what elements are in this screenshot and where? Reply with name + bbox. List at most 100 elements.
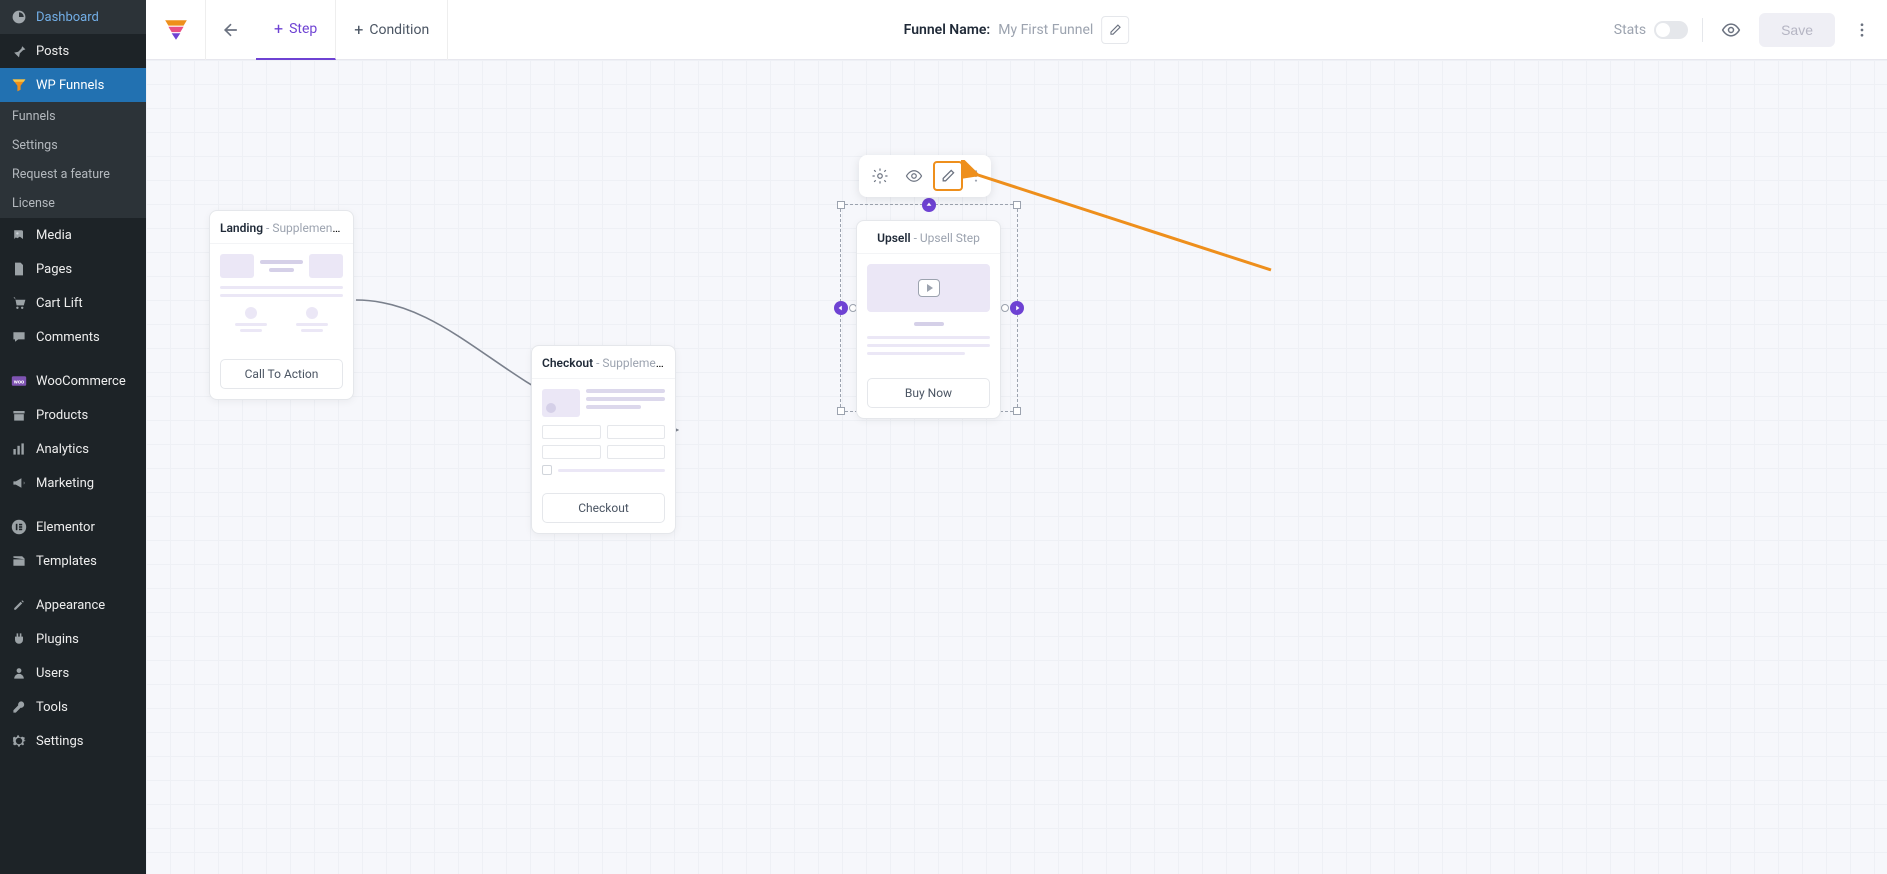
node-landing[interactable]: Landing - Supplement La... Call To Actio…: [209, 210, 354, 400]
node-header: Landing - Supplement La...: [210, 211, 353, 244]
node-header: Upsell - Upsell Step: [857, 221, 1000, 254]
node-subtitle: - Upsell Step: [911, 231, 980, 245]
stats-toggle[interactable]: [1654, 21, 1688, 39]
sidebar-sub-funnels[interactable]: Funnels: [0, 102, 146, 131]
analytics-icon: [10, 440, 28, 458]
node-cta-button[interactable]: Call To Action: [220, 359, 343, 389]
node-cta-button[interactable]: Checkout: [542, 493, 665, 523]
sidebar-label: Users: [36, 666, 69, 681]
sidebar-item-media[interactable]: Media: [0, 218, 146, 252]
sidebar-label: Media: [36, 228, 72, 243]
sidebar-label: Posts: [36, 44, 69, 59]
sidebar-submenu: Funnels Settings Request a feature Licen…: [0, 102, 146, 218]
appearance-icon: [10, 596, 28, 614]
sidebar-item-posts[interactable]: Posts: [0, 34, 146, 68]
app-logo: [146, 0, 206, 60]
sidebar-item-tools[interactable]: Tools: [0, 690, 146, 724]
comment-icon: [10, 328, 28, 346]
products-icon: [10, 406, 28, 424]
plugins-icon: [10, 630, 28, 648]
sidebar-label: Tools: [36, 700, 68, 715]
sidebar-sub-request[interactable]: Request a feature: [0, 160, 146, 189]
woo-icon: woo: [10, 372, 28, 390]
sidebar-item-woocommerce[interactable]: woo WooCommerce: [0, 364, 146, 398]
more-menu-button[interactable]: [1849, 17, 1875, 43]
node-upsell[interactable]: Upsell - Upsell Step Buy Now: [856, 220, 1001, 419]
sidebar-item-products[interactable]: Products: [0, 398, 146, 432]
tools-icon: [10, 698, 28, 716]
tab-condition[interactable]: + Condition: [336, 0, 448, 60]
sidebar-label: WP Funnels: [36, 78, 104, 93]
preview-button[interactable]: [1717, 16, 1745, 44]
sidebar-label: Comments: [36, 330, 100, 345]
node-more-button[interactable]: [967, 168, 985, 184]
edit-funnel-name-button[interactable]: [1101, 16, 1129, 44]
play-icon: [918, 279, 940, 297]
sidebar-label: Settings: [36, 734, 83, 749]
node-preview: [532, 379, 675, 485]
sidebar-sub-license[interactable]: License: [0, 189, 146, 218]
node-subtitle: - Supplement La...: [263, 221, 353, 235]
node-subtitle: - Supplement C...: [593, 356, 675, 370]
node-type: Upsell: [877, 231, 911, 245]
funnel-icon: [10, 76, 28, 94]
tab-step[interactable]: + Step: [256, 0, 336, 60]
sidebar-label: Elementor: [36, 520, 95, 535]
stats-toggle-group: Stats: [1614, 21, 1688, 39]
tab-label: Step: [289, 21, 317, 37]
funnel-name-display: Funnel Name: My First Funnel: [904, 16, 1130, 44]
dashboard-icon: [10, 8, 28, 26]
page-icon: [10, 260, 28, 278]
node-type: Landing: [220, 221, 263, 235]
sidebar-item-templates[interactable]: Templates: [0, 544, 146, 578]
node-edit-button[interactable]: [933, 161, 963, 191]
sidebar-item-plugins[interactable]: Plugins: [0, 622, 146, 656]
funnel-canvas[interactable]: Landing - Supplement La... Call To Actio…: [146, 60, 1887, 874]
sidebar-item-settings[interactable]: Settings: [0, 724, 146, 758]
megaphone-icon: [10, 474, 28, 492]
sidebar-item-analytics[interactable]: Analytics: [0, 432, 146, 466]
sidebar-item-cart-lift[interactable]: Cart Lift: [0, 286, 146, 320]
funnel-name-label: Funnel Name:: [904, 22, 991, 38]
sidebar-label: Cart Lift: [36, 296, 83, 311]
sidebar-item-dashboard[interactable]: Dashboard: [0, 0, 146, 34]
media-icon: [10, 226, 28, 244]
sidebar-item-users[interactable]: Users: [0, 656, 146, 690]
topbar: + Step + Condition Funnel Name: My First…: [146, 0, 1887, 60]
sidebar-item-comments[interactable]: Comments: [0, 320, 146, 354]
sidebar-sub-settings[interactable]: Settings: [0, 131, 146, 160]
sidebar-item-pages[interactable]: Pages: [0, 252, 146, 286]
sidebar-label: Plugins: [36, 632, 79, 647]
sidebar-item-appearance[interactable]: Appearance: [0, 588, 146, 622]
sidebar-item-wp-funnels[interactable]: WP Funnels: [0, 68, 146, 102]
save-button[interactable]: Save: [1759, 13, 1835, 47]
sidebar-item-elementor[interactable]: Elementor: [0, 510, 146, 544]
sidebar-label: Appearance: [36, 598, 105, 613]
sidebar-label: Marketing: [36, 476, 94, 491]
node-header: Checkout - Supplement C...: [532, 346, 675, 379]
settings-icon: [10, 732, 28, 750]
sidebar-label: Products: [36, 408, 88, 423]
elementor-icon: [10, 518, 28, 536]
node-checkout[interactable]: Checkout - Supplement C... Checkout: [531, 345, 676, 534]
node-preview-button[interactable]: [899, 161, 929, 191]
svg-text:woo: woo: [14, 379, 24, 385]
plus-icon: +: [354, 20, 363, 39]
sidebar-label: Dashboard: [36, 10, 99, 25]
sidebar-label: Analytics: [36, 442, 89, 457]
wp-admin-sidebar: Dashboard Posts WP Funnels Funnels Setti…: [0, 0, 146, 874]
node-settings-button[interactable]: [865, 161, 895, 191]
funnel-name-value: My First Funnel: [998, 22, 1093, 38]
sidebar-label: WooCommerce: [36, 374, 126, 389]
node-cta-button[interactable]: Buy Now: [867, 378, 990, 408]
node-preview: [210, 244, 353, 351]
node-type: Checkout: [542, 356, 593, 370]
templates-icon: [10, 552, 28, 570]
sidebar-label: Pages: [36, 262, 72, 277]
pin-icon: [10, 42, 28, 60]
back-button[interactable]: [206, 0, 256, 60]
node-toolbar: [859, 155, 991, 197]
sidebar-label: Templates: [36, 554, 97, 569]
cart-lift-icon: [10, 294, 28, 312]
sidebar-item-marketing[interactable]: Marketing: [0, 466, 146, 500]
